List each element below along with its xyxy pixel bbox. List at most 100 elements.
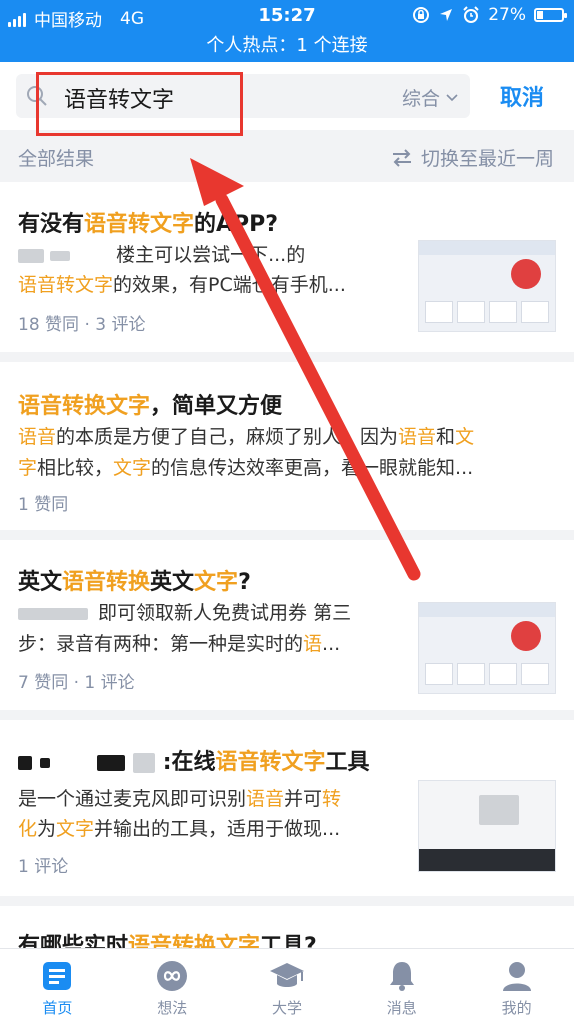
- text-segment: 的效果，有PC端也有手机...: [113, 274, 346, 296]
- text-segment: :在线: [162, 750, 216, 775]
- swap-icon: [392, 148, 411, 167]
- text-segment: 英文: [18, 570, 63, 595]
- highlighted-keyword: 语音: [398, 426, 437, 448]
- result-excerpt-line: 语音转文字的效果，有PC端也有手机...: [18, 270, 398, 301]
- text-segment: 有哪些实时: [18, 934, 129, 948]
- text-segment: 相比较，: [37, 457, 114, 479]
- result-excerpt-line: 是一个通过麦克风即可识别语音并可转: [18, 784, 398, 815]
- blurred-username: [18, 607, 88, 620]
- text-segment: 工具: [325, 750, 370, 775]
- blurred-author: [97, 755, 126, 771]
- result-meta: 1 赞同: [18, 495, 69, 515]
- blurred-username: [50, 250, 71, 261]
- battery-icon: [534, 8, 567, 22]
- highlighted-keyword: 语音: [18, 426, 57, 448]
- result-card[interactable]: 有没有语音转文字的APP? 楼主可以尝试一下...的 语音转文字的效果，有PC端…: [0, 182, 574, 352]
- tab-profile[interactable]: 我的: [459, 949, 574, 1024]
- status-bar: 中国移动 4G 15:27 27% 个人热点：1 个连接: [0, 0, 574, 62]
- result-thumbnail[interactable]: [418, 780, 556, 872]
- profile-icon: [502, 962, 531, 991]
- text-segment: 步：录音有两种：第一种是实时的: [18, 633, 304, 655]
- result-thumbnail[interactable]: [418, 602, 556, 694]
- text-segment: 英文: [150, 570, 195, 595]
- text-segment: ...: [322, 633, 341, 655]
- result-card[interactable]: 语音转换文字，简单又方便 语音的本质是方便了自己，麻烦了别人。因为语音和文 字相…: [0, 362, 574, 530]
- text-segment: 即可领取新人免费试用券 第三: [98, 602, 352, 624]
- tab-label: 大学: [271, 999, 302, 1017]
- result-card[interactable]: 英文语音转换英文文字? 即可领取新人免费试用券 第三 步：录音有两种：第一种是实…: [0, 540, 574, 710]
- text-segment: 的: [286, 244, 306, 266]
- highlighted-keyword: 文字: [194, 570, 239, 595]
- highlighted-keyword: 字: [18, 457, 38, 479]
- highlighted-keyword: 转: [322, 788, 342, 810]
- text-segment: 并输出的工具，适用于做现...: [94, 818, 341, 840]
- text-segment: 的信息传达效率更高，看一眼就能知...: [151, 457, 474, 479]
- result-excerpt-line: 化为文字并输出的工具，适用于做现...: [18, 814, 398, 845]
- location-icon: [440, 9, 453, 21]
- result-meta: 1 评论: [18, 857, 69, 877]
- switch-recent-week-label: 切换至最近一周: [420, 148, 554, 170]
- tab-label: 首页: [42, 999, 73, 1017]
- ideas-icon: [157, 961, 188, 991]
- highlighted-keyword: 语音转换文字: [128, 934, 261, 948]
- result-excerpt-line: 字相比较，文字的信息传达效率更高，看一眼就能知...: [18, 453, 558, 484]
- result-title[interactable]: 有没有语音转文字的APP?: [18, 206, 278, 238]
- filter-row: 全部结果 切换至最近一周: [0, 130, 574, 182]
- result-excerpt-line: 步：录音有两种：第一种是实时的语...: [18, 629, 398, 660]
- blurred-author: [18, 756, 32, 770]
- search-scope-label: 综合: [401, 88, 440, 110]
- highlighted-keyword: 语音转换: [62, 570, 151, 595]
- result-title[interactable]: 英文语音转换英文文字?: [18, 564, 251, 596]
- text-segment: 工具?: [260, 934, 317, 948]
- text-segment: 和: [436, 426, 456, 448]
- tab-label: 消息: [386, 999, 417, 1017]
- tab-label: 想法: [157, 999, 188, 1017]
- search-scope-dropdown[interactable]: 综合: [402, 84, 458, 111]
- highlighted-keyword: 语: [303, 633, 323, 655]
- blurred-author: [133, 753, 156, 773]
- tab-label: 我的: [501, 999, 532, 1017]
- blurred-author: [39, 758, 50, 768]
- result-meta: 18 赞同 · 3 评论: [18, 315, 146, 335]
- text-segment: 楼主可以尝试一下...: [116, 244, 287, 266]
- highlighted-keyword: 文字: [56, 818, 95, 840]
- tab-university[interactable]: 大学: [230, 949, 345, 1024]
- tab-messages[interactable]: 消息: [344, 949, 459, 1024]
- cancel-button[interactable]: 取消: [500, 80, 544, 112]
- highlighted-keyword: 语音转文字: [84, 212, 195, 237]
- graduation-cap-icon: [269, 963, 304, 987]
- result-excerpt-line: 即可领取新人免费试用券 第三: [18, 598, 398, 629]
- result-title[interactable]: 有哪些实时语音转换文字工具?: [18, 928, 317, 948]
- result-thumbnail[interactable]: [418, 240, 556, 332]
- text-segment: 并可: [284, 788, 323, 810]
- text-segment: 的APP?: [194, 212, 279, 237]
- rotation-lock-icon: [413, 7, 430, 23]
- switch-recent-week-button[interactable]: 切换至最近一周: [391, 144, 554, 171]
- bottom-tab-bar: 首页 想法 大学 消息 我的: [0, 948, 574, 1024]
- tab-home[interactable]: 首页: [0, 949, 115, 1024]
- result-excerpt-line: 语音的本质是方便了自己，麻烦了别人。因为语音和文: [18, 422, 558, 453]
- result-title[interactable]: :在线语音转文字工具: [18, 744, 370, 776]
- annotation-highlight-box: [36, 72, 243, 136]
- result-card[interactable]: 有哪些实时语音转换文字工具?: [0, 906, 574, 948]
- all-results-label: 全部结果: [18, 148, 95, 170]
- battery-percent: 27%: [488, 5, 526, 25]
- highlighted-keyword: 文: [455, 426, 475, 448]
- highlighted-keyword: 语音: [246, 788, 285, 810]
- text-segment: ?: [238, 570, 251, 595]
- highlighted-keyword: 语音转文字: [215, 750, 326, 775]
- hotspot-banner[interactable]: 个人热点：1 个连接: [0, 32, 574, 60]
- result-card[interactable]: :在线语音转文字工具 是一个通过麦克风即可识别语音并可转 化为文字并输出的工具，…: [0, 720, 574, 896]
- highlighted-keyword: 文字: [113, 457, 152, 479]
- tab-ideas[interactable]: 想法: [115, 949, 230, 1024]
- result-title[interactable]: 语音转换文字，简单又方便: [18, 388, 282, 420]
- text-segment: 是一个通过麦克风即可识别: [18, 788, 247, 810]
- result-meta: 7 赞同 · 1 评论: [18, 673, 135, 693]
- alarm-icon: [463, 6, 479, 23]
- text-segment: 有没有: [18, 212, 85, 237]
- blurred-username: [18, 248, 44, 263]
- text-segment: ，简单又方便: [150, 394, 283, 419]
- chevron-down-icon: [446, 93, 458, 101]
- bell-icon: [389, 962, 414, 991]
- result-excerpt-line: 楼主可以尝试一下...的: [18, 240, 398, 271]
